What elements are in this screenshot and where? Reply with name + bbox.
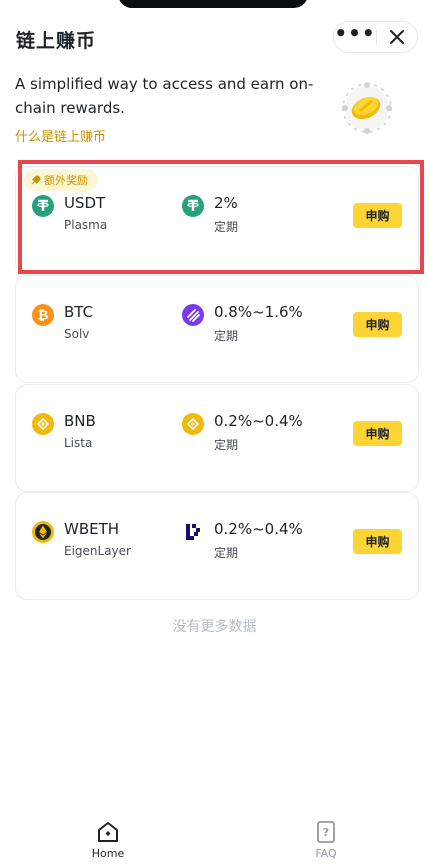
- what-is-link[interactable]: 什么是链上赚币: [15, 126, 106, 145]
- term-label: 定期: [214, 546, 239, 560]
- wbeth-icon: [32, 521, 54, 543]
- no-more-data: 没有更多数据: [172, 619, 257, 635]
- term-label: 定期: [214, 438, 239, 452]
- svg-text:?: ?: [323, 826, 329, 839]
- btc-icon: ₿: [32, 304, 54, 326]
- eigenlayer-icon: [186, 524, 200, 540]
- subscribe-button[interactable]: 申购: [353, 421, 402, 446]
- product-card-wbeth[interactable]: WBETH EigenLayer 0.2%~0.4% 定期 申购: [15, 492, 419, 600]
- tab-home-label: Home: [91, 847, 125, 860]
- apr-rate: 0.2%~0.4%: [214, 520, 303, 538]
- more-options-button[interactable]: •••: [334, 22, 376, 52]
- provider-name: Lista: [64, 436, 93, 450]
- coin-symbol: BNB: [64, 412, 96, 430]
- faq-icon: ?: [317, 821, 335, 843]
- close-icon: [390, 30, 404, 44]
- product-card-bnb[interactable]: BNB Lista 0.2%~0.4% 定期 申购: [15, 384, 419, 492]
- bnb-icon: [32, 413, 54, 435]
- provider-name: EigenLayer: [64, 544, 131, 558]
- tab-home[interactable]: Home: [78, 820, 138, 860]
- coin-symbol: BTC: [64, 303, 94, 321]
- subscribe-button[interactable]: 申购: [353, 529, 402, 554]
- tab-faq-label: FAQ: [315, 847, 337, 860]
- provider-name: Solv: [64, 327, 90, 341]
- highlight-box: [18, 160, 424, 274]
- mini-program-capsule: •••: [333, 21, 418, 53]
- bnb-icon: [182, 413, 204, 435]
- status-notch: [118, 0, 308, 8]
- close-button[interactable]: [377, 22, 417, 52]
- svg-text:₿: ₿: [38, 309, 49, 324]
- apr-rate: 0.8%~1.6%: [214, 303, 303, 321]
- tab-faq[interactable]: ? FAQ: [296, 820, 356, 860]
- intro-description: A simplified way to access and earn on-c…: [15, 75, 314, 117]
- earn-coin-illustration: [342, 82, 392, 134]
- term-label: 定期: [214, 329, 239, 343]
- subscribe-button[interactable]: 申购: [353, 312, 402, 337]
- apr-rate: 0.2%~0.4%: [214, 412, 303, 430]
- page-title: 链上赚币: [16, 30, 97, 52]
- home-icon: [98, 822, 118, 842]
- solv-icon: [182, 304, 204, 326]
- more-dots-icon: •••: [334, 21, 376, 45]
- product-card-btc[interactable]: ₿ BTC Solv 0.8%~1.6% 定期 申购: [15, 275, 419, 383]
- coin-symbol: WBETH: [64, 520, 120, 538]
